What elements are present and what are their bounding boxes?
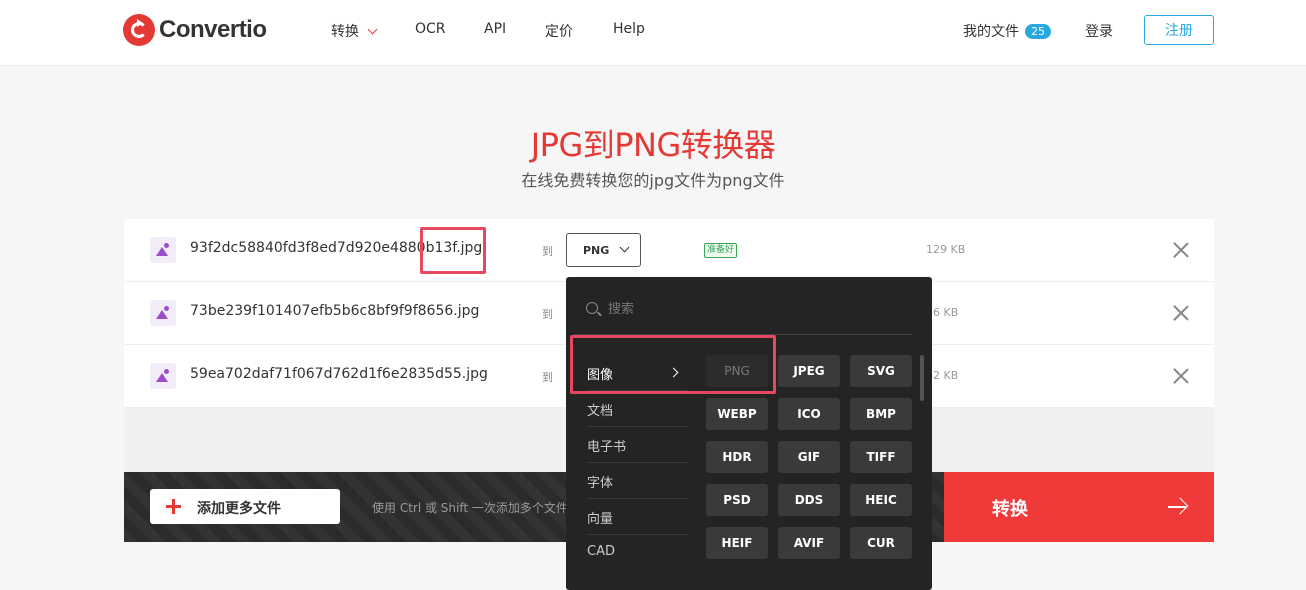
format-option-gif[interactable]: GIF (778, 441, 840, 473)
category-label: CAD (587, 544, 615, 559)
logo[interactable]: Convertio (123, 14, 267, 46)
category-label: 图像 (587, 368, 614, 383)
category-label: 向量 (587, 512, 614, 527)
divider (574, 334, 912, 335)
remove-file-button[interactable] (1172, 241, 1190, 259)
to-label: 到 (542, 245, 553, 258)
category-label: 字体 (587, 476, 614, 491)
format-option-avif[interactable]: AVIF (778, 527, 840, 559)
register-button[interactable]: 注册 (1144, 15, 1214, 45)
convert-button[interactable]: 转换 (944, 472, 1214, 542)
nav-pricing[interactable]: 定价 (545, 21, 573, 41)
category-ebook[interactable]: 电子书 (587, 427, 687, 463)
dropdown-scrollbar[interactable] (920, 355, 924, 401)
status-badge: 准备好 (704, 243, 738, 258)
top-header: Convertio 转换 OCR API 定价 Help 我的文件 25 登录 … (0, 0, 1306, 66)
format-option-bmp[interactable]: BMP (850, 398, 912, 430)
category-vector[interactable]: 向量 (587, 499, 687, 535)
chevron-down-icon (367, 24, 378, 34)
category-label: 电子书 (587, 440, 627, 455)
nav-ocr[interactable]: OCR (415, 21, 446, 37)
category-label: 文档 (587, 404, 614, 419)
arrow-right-icon (1168, 498, 1186, 516)
my-files-link[interactable]: 我的文件 25 (963, 21, 1051, 41)
format-option-psd[interactable]: PSD (706, 484, 768, 516)
file-count-badge: 25 (1025, 23, 1051, 39)
page-title: JPG到PNG转换器 (530, 126, 776, 164)
page-subtitle: 在线免费转换您的jpg文件为png文件 (521, 171, 785, 190)
add-more-files-button[interactable]: 添加更多文件 (150, 489, 340, 524)
plus-icon (166, 499, 181, 514)
remove-file-button[interactable] (1172, 367, 1190, 385)
convert-label: 转换 (992, 499, 1028, 520)
image-file-icon (150, 300, 176, 326)
image-file-icon (150, 363, 176, 389)
category-image[interactable]: 图像 (587, 355, 687, 391)
format-option-heic[interactable]: HEIC (850, 484, 912, 516)
format-option-tiff[interactable]: TIFF (850, 441, 912, 473)
format-option-cur[interactable]: CUR (850, 527, 912, 559)
category-font[interactable]: 字体 (587, 463, 687, 499)
chevron-down-icon (619, 242, 630, 253)
file-row: 93f2dc58840fd3f8ed7d920e4880b13f.jpg 到 P… (124, 219, 1214, 282)
nav-convert[interactable]: 转换 (331, 21, 378, 41)
nav-convert-label: 转换 (331, 24, 359, 40)
output-format-value: PNG (583, 244, 610, 257)
my-files-label: 我的文件 (963, 24, 1019, 40)
format-option-ico[interactable]: ICO (778, 398, 840, 430)
file-name: 93f2dc58840fd3f8ed7d920e4880b13f.jpg (190, 240, 483, 256)
add-more-files-label: 添加更多文件 (197, 501, 281, 517)
format-search-input[interactable] (608, 299, 908, 319)
category-cad[interactable]: CAD (587, 535, 687, 571)
format-option-webp[interactable]: WEBP (706, 398, 768, 430)
nav-help[interactable]: Help (613, 21, 645, 37)
format-option-png[interactable]: PNG (706, 355, 768, 387)
format-option-svg[interactable]: SVG (850, 355, 912, 387)
output-format-select[interactable]: PNG (566, 233, 641, 267)
file-name: 59ea702daf71f067d762d1f6e2835d55.jpg (190, 366, 488, 382)
to-label: 到 (542, 308, 553, 321)
remove-file-button[interactable] (1172, 304, 1190, 322)
search-icon (586, 302, 598, 314)
convertio-logo-icon (123, 14, 155, 46)
file-name: 73be239f101407efb5b6c8bf9f9f8656.jpg (190, 303, 480, 319)
file-size: 129 KB (926, 243, 966, 256)
login-link[interactable]: 登录 (1085, 21, 1113, 41)
format-option-dds[interactable]: DDS (778, 484, 840, 516)
nav-api[interactable]: API (484, 21, 506, 37)
category-document[interactable]: 文档 (587, 391, 687, 427)
chevron-right-icon (668, 367, 679, 378)
image-file-icon (150, 237, 176, 263)
logo-text: Convertio (159, 16, 267, 43)
format-option-hdr[interactable]: HDR (706, 441, 768, 473)
format-option-heif[interactable]: HEIF (706, 527, 768, 559)
format-option-jpeg[interactable]: JPEG (778, 355, 840, 387)
to-label: 到 (542, 371, 553, 384)
multi-select-hint: 使用 Ctrl 或 Shift 一次添加多个文件 (372, 501, 568, 515)
format-dropdown: 图像 文档 电子书 字体 向量 CAD PNG JPEG SVG WEBP IC… (566, 277, 932, 590)
